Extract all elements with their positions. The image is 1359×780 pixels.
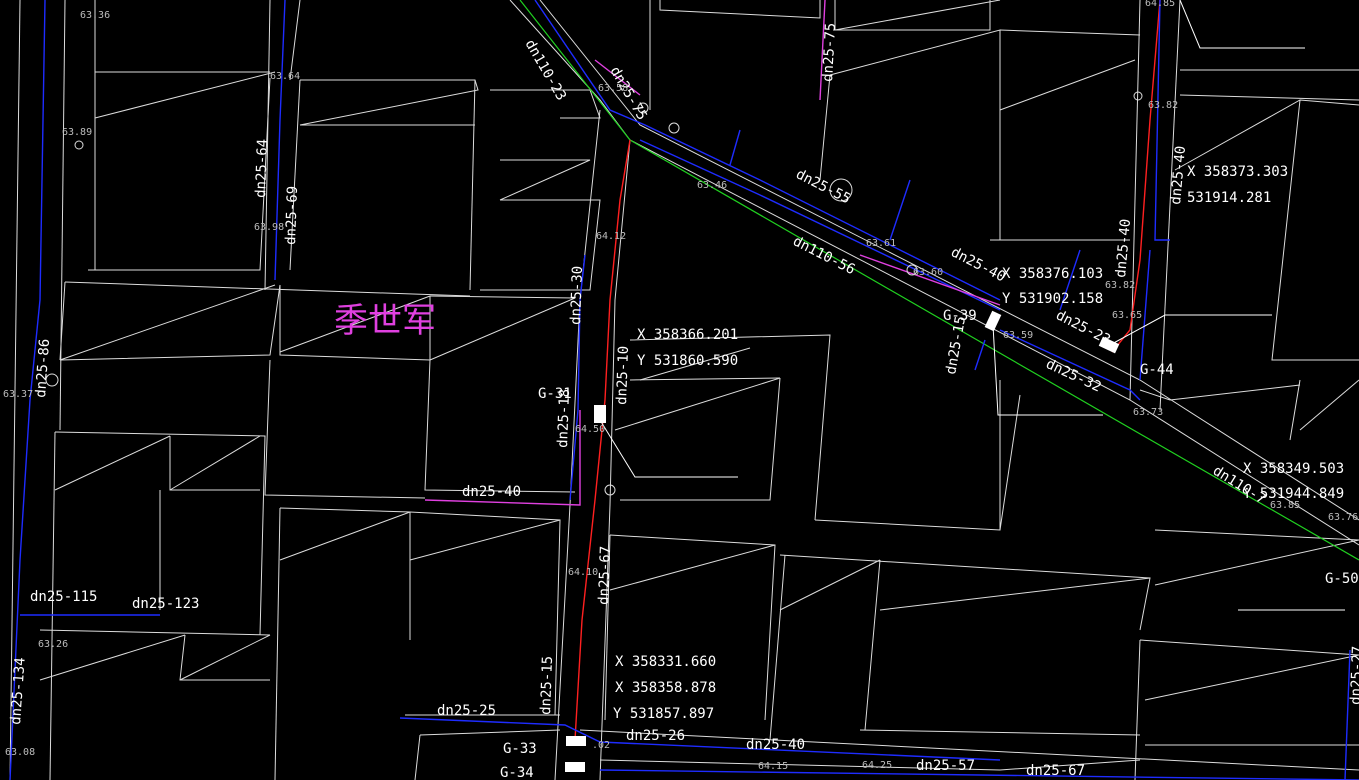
elevation-label: .02: [592, 740, 610, 751]
elevation-label: 63.89: [62, 127, 92, 138]
node-label-g39: G-39: [943, 308, 977, 324]
node-label-g50: G-50: [1325, 571, 1359, 587]
coord-y: Y 531857.897: [613, 706, 714, 722]
node-label-g34: G-34: [500, 765, 534, 780]
elevation-label: 64.50: [575, 424, 605, 435]
coord-x: X 358331.660: [615, 654, 716, 670]
pipe-label: dn25-64: [253, 139, 271, 199]
pipe-label: dn25-40: [1168, 145, 1189, 205]
elevation-label: 63.36: [80, 10, 110, 21]
elevation-label: 63.61: [866, 238, 896, 249]
elevation-label: 63.58: [598, 83, 628, 94]
pipe-label: dn25-27: [1348, 646, 1359, 706]
pipe-label: dn25-40: [746, 737, 805, 753]
owner-name: 季世军: [334, 301, 436, 341]
meter-box-g33: [566, 736, 586, 746]
coord-x: X 358373.303: [1187, 164, 1288, 180]
elevation-label: 63.60: [913, 267, 943, 278]
pipe-label: dn25-123: [132, 596, 199, 612]
coord-y: 531914.281: [1187, 190, 1271, 206]
elevation-label: 63.46: [697, 180, 727, 191]
elevation-label: 64.15: [758, 761, 788, 772]
node-label-g31: G-31: [538, 386, 572, 402]
elevation-label: 64.25: [862, 760, 892, 771]
coordinate-labels: X 358373.303 531914.281 X 358376.103 Y 5…: [613, 164, 1344, 722]
elevation-label: 63.26: [38, 639, 68, 650]
elevation-label: 64.10: [568, 567, 598, 578]
pipe-label: dn25-26: [626, 728, 685, 744]
coord-y: Y 531902.158: [1002, 291, 1103, 307]
pipe-label: dn25-32: [1043, 356, 1103, 395]
leader-lines: [599, 0, 1345, 611]
pipe-label: dn25-134: [8, 657, 29, 725]
coord-x-alt: X 358358.878: [615, 680, 716, 696]
pipe-label: dn25-30: [568, 266, 586, 326]
elevation-label: 63.85: [1270, 500, 1300, 511]
pipe-label: dn25-86: [33, 338, 53, 398]
pipe-label: dn25-10: [614, 346, 632, 406]
coord-x: X 358376.103: [1002, 266, 1103, 282]
pipe-label: dn25-75: [820, 22, 839, 82]
coord-y: Y 531860.590: [637, 353, 738, 369]
pipe-label: dn25-40: [462, 484, 521, 500]
pipe-label: dn25-115: [30, 589, 97, 605]
pipe-label: dn25-67: [596, 546, 614, 606]
pipe-label: dn110-23: [522, 37, 570, 103]
elevation-label: 63.73: [1133, 407, 1163, 418]
elevation-label: 63.98: [254, 222, 284, 233]
elevation-label: 63.59: [1003, 330, 1033, 341]
coord-x: X 358349.503: [1243, 461, 1344, 477]
elevation-label: 64.12: [596, 231, 626, 242]
elevation-label: 63.76: [1328, 512, 1358, 523]
elevation-label: 63.37: [3, 389, 33, 400]
node-label-g44: G-44: [1140, 362, 1174, 378]
coord-x: X 358366.201: [637, 327, 738, 343]
cad-drawing-canvas[interactable]: 季世军 dn110-23 dn25-75 dn25-75 dn25-64 dn2…: [0, 0, 1359, 780]
pipe-label: dn25-69: [283, 186, 301, 246]
pipe-label: dn25-67: [1026, 763, 1085, 779]
pipe-label: dn25-23: [1053, 307, 1113, 348]
elevation-label: 63.82: [1105, 280, 1135, 291]
elevation-label: 63.08: [5, 747, 35, 758]
pipe-label: dn110-56: [790, 233, 857, 278]
pipe-label: dn25-57: [916, 758, 975, 774]
pipe-label: dn25-15: [538, 656, 556, 716]
meter-box-g34: [565, 762, 585, 772]
elevation-label: 63.82: [1148, 100, 1178, 111]
elevation-label: 63.65: [1112, 310, 1142, 321]
pipe-label: dn25-25: [437, 703, 496, 719]
elevation-label: 64.85: [1145, 0, 1175, 9]
node-label-g33: G-33: [503, 741, 537, 757]
pipe-label: dn25-40: [1113, 218, 1134, 278]
elevation-label: 63.64: [270, 71, 300, 82]
